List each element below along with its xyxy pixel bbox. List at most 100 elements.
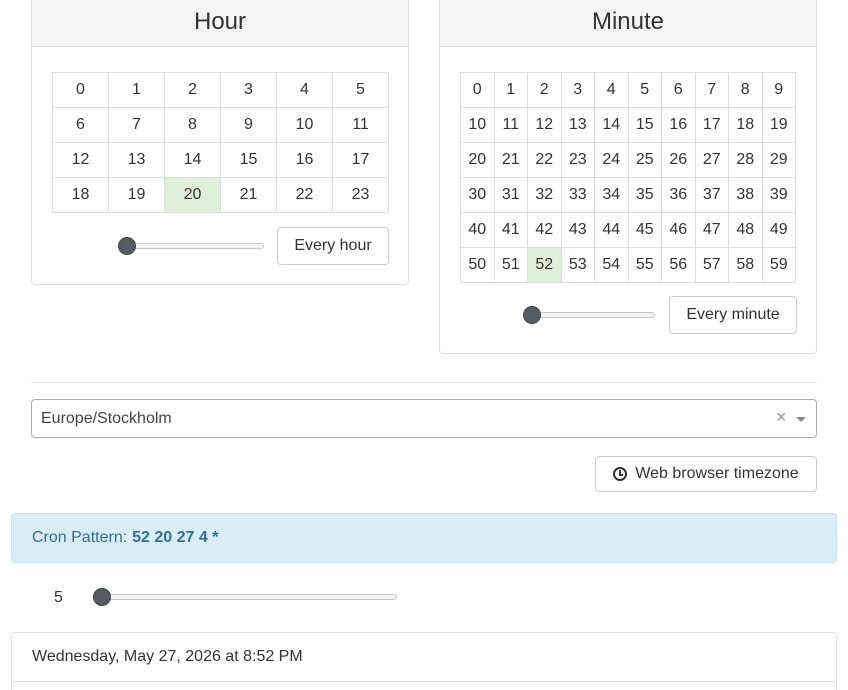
minute-cell[interactable]: 11 (493, 107, 528, 143)
hour-cell[interactable]: 0 (52, 72, 109, 108)
web-browser-timezone-button[interactable]: Web browser timezone (595, 456, 817, 492)
hour-cell[interactable]: 14 (164, 142, 221, 178)
count-slider-handle[interactable] (93, 588, 111, 606)
minute-cell[interactable]: 18 (728, 107, 763, 143)
minute-step-slider[interactable] (523, 305, 655, 325)
upcoming-count-value: 5 (54, 589, 63, 606)
count-slider-track[interactable] (93, 594, 397, 600)
hour-cell[interactable]: 18 (52, 177, 109, 213)
minute-cell[interactable]: 3 (560, 72, 595, 108)
minute-cell[interactable]: 31 (493, 177, 528, 213)
timezone-select[interactable]: Europe/Stockholm × (31, 399, 817, 438)
hour-cell[interactable]: 3 (220, 72, 277, 108)
minute-cell[interactable]: 25 (627, 142, 662, 178)
minute-cell[interactable]: 7 (694, 72, 729, 108)
minute-cell[interactable]: 57 (694, 247, 729, 283)
minute-cell[interactable]: 58 (728, 247, 763, 283)
minute-cell[interactable]: 49 (761, 212, 796, 248)
minute-cell[interactable]: 46 (661, 212, 696, 248)
hour-cell[interactable]: 23 (332, 177, 389, 213)
minute-cell[interactable]: 8 (728, 72, 763, 108)
minute-cell[interactable]: 45 (627, 212, 662, 248)
minute-cell[interactable]: 29 (761, 142, 796, 178)
minute-cell[interactable]: 5 (627, 72, 662, 108)
minute-slider-track[interactable] (523, 312, 655, 318)
minute-slider-handle[interactable] (523, 306, 541, 324)
minute-cell[interactable]: 14 (594, 107, 629, 143)
minute-cell[interactable]: 53 (560, 247, 595, 283)
minute-cell[interactable]: 39 (761, 177, 796, 213)
minute-cell[interactable]: 10 (460, 107, 495, 143)
hour-slider-handle[interactable] (118, 237, 136, 255)
minute-cell[interactable]: 32 (527, 177, 562, 213)
minute-cell[interactable]: 22 (527, 142, 562, 178)
minute-cell[interactable]: 56 (661, 247, 696, 283)
hour-cell[interactable]: 12 (52, 142, 109, 178)
hour-cell[interactable]: 2 (164, 72, 221, 108)
minute-cell[interactable]: 24 (594, 142, 629, 178)
hour-step-slider[interactable] (118, 236, 264, 256)
hour-cell[interactable]: 9 (220, 107, 277, 143)
minute-cell[interactable]: 13 (560, 107, 595, 143)
every-hour-button[interactable]: Every hour (277, 227, 389, 265)
minute-cell[interactable]: 30 (460, 177, 495, 213)
hour-cell[interactable]: 19 (108, 177, 165, 213)
minute-cell[interactable]: 33 (560, 177, 595, 213)
minute-cell[interactable]: 42 (527, 212, 562, 248)
hour-cell[interactable]: 22 (276, 177, 333, 213)
minute-cell[interactable]: 4 (594, 72, 629, 108)
hour-cell[interactable]: 15 (220, 142, 277, 178)
minute-cell[interactable]: 34 (594, 177, 629, 213)
minute-cell[interactable]: 9 (761, 72, 796, 108)
minute-cell[interactable]: 15 (627, 107, 662, 143)
minute-cell[interactable]: 12 (527, 107, 562, 143)
minute-cell[interactable]: 43 (560, 212, 595, 248)
minute-cell[interactable]: 28 (728, 142, 763, 178)
hour-cell[interactable]: 16 (276, 142, 333, 178)
minute-cell[interactable]: 19 (761, 107, 796, 143)
minute-cell[interactable]: 50 (460, 247, 495, 283)
minute-cell[interactable]: 20 (460, 142, 495, 178)
minute-cell[interactable]: 47 (694, 212, 729, 248)
minute-cell[interactable]: 55 (627, 247, 662, 283)
minute-cell[interactable]: 6 (661, 72, 696, 108)
hour-cell[interactable]: 20 (164, 177, 221, 213)
upcoming-count-slider[interactable] (93, 587, 397, 607)
minute-cell[interactable]: 2 (527, 72, 562, 108)
hour-cell[interactable]: 4 (276, 72, 333, 108)
minute-cell[interactable]: 23 (560, 142, 595, 178)
clear-icon[interactable]: × (776, 408, 787, 426)
hour-cell[interactable]: 10 (276, 107, 333, 143)
minute-cell[interactable]: 48 (728, 212, 763, 248)
minute-cell[interactable]: 54 (594, 247, 629, 283)
hour-cell[interactable]: 5 (332, 72, 389, 108)
minute-cell[interactable]: 38 (728, 177, 763, 213)
hour-slider-track[interactable] (118, 243, 264, 249)
hour-cell[interactable]: 8 (164, 107, 221, 143)
minute-cell[interactable]: 52 (527, 247, 562, 283)
hour-cell[interactable]: 11 (332, 107, 389, 143)
minute-cell[interactable]: 21 (493, 142, 528, 178)
hour-cell[interactable]: 17 (332, 142, 389, 178)
chevron-down-icon[interactable] (796, 417, 806, 422)
minute-cell[interactable]: 1 (493, 72, 528, 108)
minute-cell[interactable]: 0 (460, 72, 495, 108)
hour-cell[interactable]: 13 (108, 142, 165, 178)
minute-cell[interactable]: 35 (627, 177, 662, 213)
minute-cell[interactable]: 51 (493, 247, 528, 283)
minute-cell[interactable]: 36 (661, 177, 696, 213)
minute-cell[interactable]: 27 (694, 142, 729, 178)
minute-cell[interactable]: 59 (761, 247, 796, 283)
hour-cell[interactable]: 21 (220, 177, 277, 213)
minute-cell[interactable]: 40 (460, 212, 495, 248)
minute-cell[interactable]: 17 (694, 107, 729, 143)
hour-cell[interactable]: 6 (52, 107, 109, 143)
hour-cell[interactable]: 7 (108, 107, 165, 143)
minute-cell[interactable]: 41 (493, 212, 528, 248)
hour-cell[interactable]: 1 (108, 72, 165, 108)
minute-cell[interactable]: 44 (594, 212, 629, 248)
minute-cell[interactable]: 16 (661, 107, 696, 143)
every-minute-button[interactable]: Every minute (669, 296, 797, 334)
minute-cell[interactable]: 37 (694, 177, 729, 213)
minute-cell[interactable]: 26 (661, 142, 696, 178)
